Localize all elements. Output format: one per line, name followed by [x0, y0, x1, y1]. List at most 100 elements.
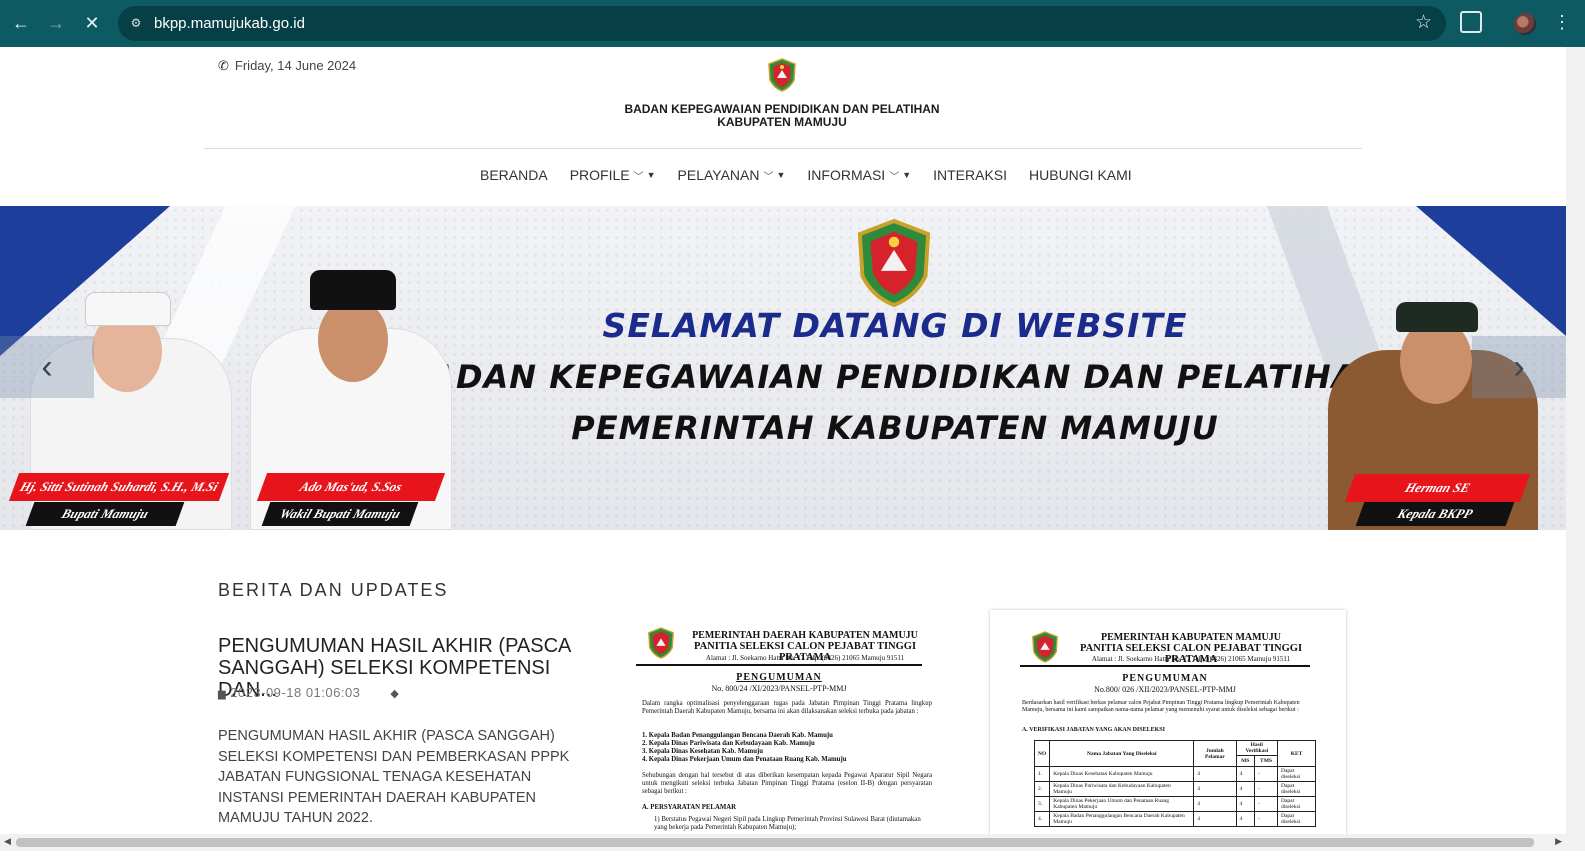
- nav-label: INFORMASI: [807, 167, 886, 183]
- url-text[interactable]: bkpp.mamujukab.go.id: [154, 15, 305, 32]
- table-cell: 4: [1193, 781, 1237, 797]
- site-info-icon[interactable]: ⚙: [128, 15, 144, 31]
- table-cell: Dapat diseleksi: [1277, 781, 1316, 797]
- nav-item-beranda[interactable]: BERANDA: [480, 166, 548, 184]
- table-cell: Kepala Badan Penanggulangan Bencana Daer…: [1049, 811, 1195, 827]
- nav-label: BERANDA: [480, 167, 548, 183]
- nav-item-informasi[interactable]: INFORMASI ﹀ ▼: [807, 166, 911, 184]
- horizontal-scrollbar[interactable]: ◀ ▶: [0, 834, 1566, 851]
- nav-label: PELAYANAN: [677, 167, 760, 183]
- doc-title: PENGUMUMAN: [1122, 673, 1208, 684]
- scroll-left-icon[interactable]: ◀: [4, 836, 11, 847]
- mamuju-logo-icon[interactable]: [766, 58, 798, 92]
- table-cell: -: [1254, 811, 1278, 827]
- doc-list: 1. Kepala Badan Penanggulangan Bencana D…: [642, 732, 932, 764]
- bookmark-star-icon[interactable]: ☆: [1415, 13, 1432, 33]
- nav-label: HUBUNGI KAMI: [1029, 167, 1132, 183]
- role-tag-kepala-bkpp: Kepala BKPP: [1355, 502, 1515, 526]
- doc-paragraph: 1) Berstatus Pegawai Negeri Sipil pada L…: [654, 816, 921, 831]
- nav-item-hubungi-kami[interactable]: HUBUNGI KAMI: [1029, 166, 1132, 184]
- post-meta: ▆ 2023-09-18 01:06:03 ◆: [218, 685, 399, 700]
- caret-down-icon: ▼: [646, 170, 656, 180]
- table-cell: -: [1254, 781, 1278, 797]
- nav-label: PROFILE: [569, 167, 630, 183]
- address-bar[interactable]: ⚙ bkpp.mamujukab.go.id ☆: [118, 6, 1446, 41]
- table-cell: 4: [1235, 766, 1256, 782]
- role-tag-bupati: Bupati Mamuju: [25, 502, 185, 526]
- window-bottom: [0, 851, 1585, 861]
- table-header: Jumlah Pelamar: [1193, 740, 1237, 767]
- scrollbar-thumb[interactable]: [16, 838, 1534, 847]
- post-excerpt: PENGUMUMAN HASIL AKHIR (PASCA SANGGAH) S…: [218, 728, 570, 826]
- chevron-down-icon: ﹀: [633, 171, 644, 183]
- doc-section: A. VERIFIKASI JABATAN YANG AKAN DISELEKS…: [1022, 727, 1165, 733]
- banner-title-org: BADAN KEPEGAWAIAN PENDIDIKAN DAN PELATIH…: [404, 358, 1386, 396]
- extensions-icon[interactable]: [1460, 11, 1482, 33]
- table-cell: Kepala Dinas Pariwisata dan Kebudayaan K…: [1049, 781, 1195, 797]
- carousel-prev-button[interactable]: ‹: [0, 336, 94, 398]
- table-cell: 4: [1235, 796, 1256, 812]
- forward-button[interactable]: →: [43, 10, 69, 36]
- phone-icon: ✆: [218, 58, 229, 73]
- table-row: 4. Kepala Badan Penanggulangan Bencana D…: [1033, 811, 1316, 827]
- table-cell: Dapat diseleksi: [1277, 811, 1316, 827]
- role-tag-wakil-bupati: Wakil Bupati Mamuju: [261, 502, 419, 526]
- table-cell: Dapat diseleksi: [1277, 796, 1316, 812]
- name-tag-kepala-bkpp: Herman SE: [1344, 474, 1531, 502]
- doc-list-item: 3. Kepala Dinas Kesehatan Kab. Mamuju: [642, 748, 764, 755]
- org-name-line2: KABUPATEN MAMUJU: [717, 115, 847, 129]
- doc-paragraph: Dalam rangka optimalisasi penyelenggaraa…: [642, 700, 932, 715]
- table-header: NO: [1033, 740, 1051, 767]
- hero-carousel: SELAMAT DATANG DI WEBSITE BADAN KEPEGAWA…: [0, 206, 1566, 530]
- doc-list-item: 2. Kepala Dinas Pariwisata dan Kebudayaa…: [642, 740, 815, 747]
- nav-label: INTERAKSI: [933, 167, 1008, 183]
- name-tag-bupati: Hj. Sitti Sutinah Suhardi, S.H., M.Si: [8, 473, 230, 501]
- header-date: ✆ Friday, 14 June 2024: [218, 58, 356, 74]
- table-header: KET: [1277, 740, 1316, 767]
- table-cell: 4: [1193, 796, 1237, 812]
- doc-address: Alamat : Jl. Soekarno Hatta No. 17 Telp.…: [705, 654, 905, 662]
- doc-rule: [1020, 665, 1310, 667]
- doc-number: No.800/ 026 /XII/2023/PANSEL-PTP-MMJ: [1094, 685, 1236, 694]
- doc-title: PENGUMUMAN: [736, 672, 822, 683]
- vertical-scrollbar[interactable]: [1566, 47, 1585, 851]
- nav-item-pelayanan[interactable]: PELAYANAN ﹀ ▼: [678, 166, 786, 184]
- table-cell: 1.: [1033, 766, 1051, 782]
- table-cell: 4: [1235, 811, 1256, 827]
- table-cell: 4: [1235, 781, 1256, 797]
- browser-menu-icon[interactable]: ⋮: [1553, 9, 1571, 35]
- doc-rule: [636, 664, 922, 666]
- table-row: 2. Kepala Dinas Pariwisata dan Kebudayaa…: [1033, 781, 1316, 797]
- caret-down-icon: ▼: [902, 170, 912, 180]
- calendar-icon: ▆: [218, 689, 227, 700]
- banner-title-welcome: SELAMAT DATANG DI WEBSITE: [602, 306, 1188, 345]
- scroll-right-icon[interactable]: ▶: [1555, 836, 1562, 847]
- doc-section: A. PERSYARATAN PELAMAR: [642, 804, 737, 811]
- table-header: Hasil Verifikasi: [1235, 740, 1279, 756]
- nav-item-interaksi[interactable]: INTERAKSI: [933, 166, 1007, 184]
- stop-loading-button[interactable]: ✕: [79, 10, 105, 36]
- carousel-next-button[interactable]: ›: [1472, 336, 1566, 398]
- name-tag-wakil-bupati: Ado Mas'ud, S.Sos: [256, 473, 446, 501]
- back-button[interactable]: ←: [8, 10, 34, 36]
- table-cell: -: [1254, 796, 1278, 812]
- profile-avatar[interactable]: [1514, 13, 1536, 35]
- table-subheader: TMS: [1254, 755, 1278, 767]
- announcement-image-1[interactable]: PEMERINTAH DAERAH KABUPATEN MAMUJU PANIT…: [630, 618, 940, 834]
- table-cell: 2.: [1033, 781, 1051, 797]
- chevron-down-icon: ﹀: [763, 171, 774, 183]
- announcement-image-2[interactable]: PEMERINTAH KABUPATEN MAMUJU PANITIA SELE…: [990, 610, 1346, 834]
- table-row: 3. Kepala Dinas Pekerjaan Umum dan Penat…: [1033, 796, 1316, 812]
- doc-number: No. 800/24 /XI/2023/PANSEL-PTP-MMJ: [711, 684, 847, 693]
- org-name: BADAN KEPEGAWAIAN PENDIDIKAN DAN PELATIH…: [600, 103, 964, 129]
- table-cell: Kepala Dinas Pekerjaan Umum dan Penataan…: [1049, 796, 1195, 812]
- doc-heading: PEMERINTAH KABUPATEN MAMUJU: [1101, 632, 1281, 643]
- doc-heading: PEMERINTAH DAERAH KABUPATEN MAMUJU: [692, 630, 918, 641]
- tag-icon: ◆: [390, 688, 400, 700]
- verification-table: NO Nama Jabatan Yang Diseleksi Jumlah Pe…: [1033, 740, 1316, 827]
- date-text: Friday, 14 June 2024: [234, 58, 357, 73]
- nav-item-profile[interactable]: PROFILE ﹀ ▼: [570, 166, 656, 184]
- table-cell: 4.: [1033, 811, 1051, 827]
- table-cell: Kepala Dinas Kesehatan Kabupaten Mamuju: [1049, 766, 1195, 782]
- table-header: Nama Jabatan Yang Diseleksi: [1049, 740, 1195, 767]
